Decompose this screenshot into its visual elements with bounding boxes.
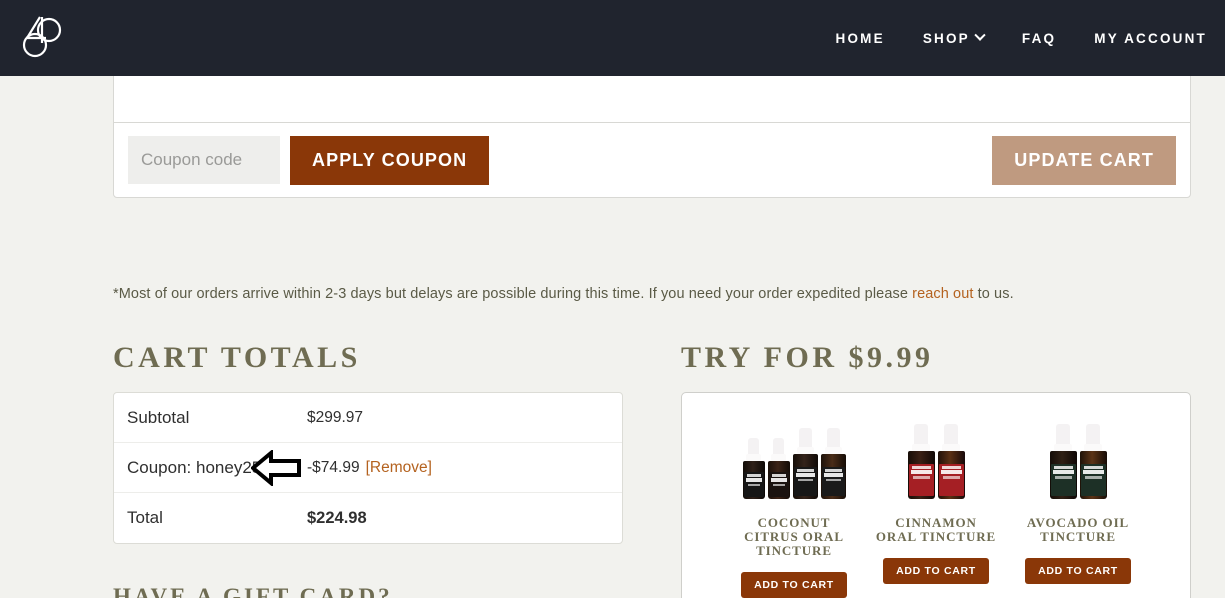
bottle-icon bbox=[767, 438, 790, 499]
product-image-avocado bbox=[1049, 415, 1107, 499]
cart-totals-table: Subtotal $299.97 Coupon: honey25 -$74.99… bbox=[113, 392, 623, 544]
nav-item-home[interactable]: HOME bbox=[836, 31, 885, 46]
bottle-icon bbox=[820, 428, 846, 499]
product-coconut-citrus-oral-tincture[interactable]: Coconut Citrus Oral Tincture Add to cart bbox=[731, 415, 857, 598]
coupon-code-input[interactable] bbox=[128, 136, 280, 184]
product-title: Avocado Oil Tincture bbox=[1026, 515, 1130, 545]
nav-label: FAQ bbox=[1021, 30, 1057, 46]
bottle-icon bbox=[1049, 424, 1077, 499]
coupon-label: Coupon: honey25 bbox=[127, 457, 262, 477]
table-row-total: Total $224.98 bbox=[114, 493, 622, 543]
remove-coupon-link[interactable]: [Remove] bbox=[366, 459, 432, 477]
product-cinnamon-oral-tincture[interactable]: Cinnamon Oral Tincture Add to cart bbox=[873, 415, 999, 585]
total-label: Total bbox=[127, 508, 163, 527]
site-header: HOME SHOP FAQ MY ACCOUNT bbox=[0, 0, 1225, 76]
apply-coupon-button[interactable]: Apply coupon bbox=[290, 135, 490, 185]
nav-label: MY ACCOUNT bbox=[1094, 30, 1207, 46]
nav-item-faq[interactable]: FAQ bbox=[1022, 31, 1056, 46]
bottle-icon bbox=[937, 424, 965, 499]
product-title: Coconut Citrus Oral Tincture bbox=[744, 515, 844, 559]
shipping-note-post: to us. bbox=[973, 286, 1014, 302]
shipping-note: *Most of our orders arrive within 2-3 da… bbox=[113, 286, 1014, 302]
bottle-icon bbox=[792, 428, 818, 499]
main-navigation: HOME SHOP FAQ MY ACCOUNT bbox=[836, 29, 1207, 46]
bottle-icon bbox=[907, 424, 935, 499]
update-cart-button[interactable]: Update cart bbox=[992, 135, 1176, 185]
coupon-actions-row: Apply coupon Update cart bbox=[113, 122, 1191, 198]
add-to-cart-button[interactable]: Add to cart bbox=[883, 558, 989, 585]
subtotal-value: $299.97 bbox=[307, 408, 364, 426]
product-image-coconut bbox=[742, 415, 846, 499]
nav-item-my-account[interactable]: MY ACCOUNT bbox=[1094, 31, 1207, 46]
cart-totals-heading: Cart totals bbox=[113, 341, 361, 374]
nav-label: HOME bbox=[835, 30, 885, 46]
nav-label: SHOP bbox=[922, 30, 970, 46]
upsell-heading: Try for $9.99 bbox=[681, 341, 934, 374]
add-to-cart-button[interactable]: Add to cart bbox=[1025, 558, 1131, 585]
subtotal-label: Subtotal bbox=[127, 407, 190, 427]
table-row-subtotal: Subtotal $299.97 bbox=[114, 393, 622, 443]
coupon-discount-value: -$74.99 bbox=[307, 458, 360, 476]
shipping-note-pre: *Most of our orders arrive within 2-3 da… bbox=[113, 286, 913, 302]
chevron-down-icon bbox=[974, 29, 986, 41]
product-image-cinnamon bbox=[907, 415, 965, 499]
total-value: $224.98 bbox=[307, 508, 367, 527]
brand-logo-40c[interactable] bbox=[16, 12, 68, 64]
product-title: Cinnamon Oral Tincture bbox=[875, 515, 997, 545]
add-to-cart-button[interactable]: Add to cart bbox=[741, 572, 847, 598]
product-avocado-oil-tincture[interactable]: Avocado Oil Tincture Add to cart bbox=[1015, 415, 1141, 585]
upsell-products-card: Coconut Citrus Oral Tincture Add to cart bbox=[681, 392, 1191, 598]
bottle-icon bbox=[742, 438, 765, 499]
reach-out-link[interactable]: reach out bbox=[912, 286, 973, 302]
gift-card-heading: Have a gift card? bbox=[113, 584, 393, 598]
table-row-coupon: Coupon: honey25 -$74.99 [Remove] bbox=[114, 443, 622, 493]
bottle-icon bbox=[1079, 424, 1107, 499]
nav-item-shop[interactable]: SHOP bbox=[922, 29, 986, 46]
